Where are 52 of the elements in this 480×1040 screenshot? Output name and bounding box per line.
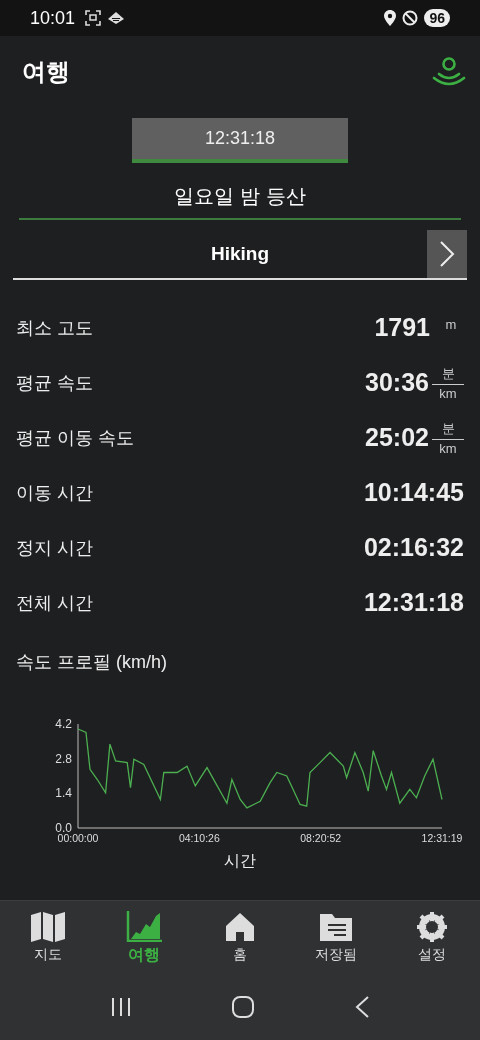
axis-tick-label: 0.0 (55, 821, 72, 835)
screenshot-icon (85, 10, 102, 26)
activity-label: Hiking (209, 243, 271, 265)
unit-label: m (444, 317, 458, 332)
stat-value: 1791 (374, 313, 430, 342)
chevron-right-icon (439, 240, 455, 268)
axis-title: 시간 (224, 852, 256, 869)
unit-label: km (439, 385, 457, 401)
back-icon[interactable] (354, 995, 371, 1019)
axis-tick-label: 04:10:26 (178, 832, 220, 844)
broadcast-icon[interactable] (432, 56, 466, 88)
area-chart-icon (126, 909, 162, 942)
layers-icon (107, 11, 126, 25)
axis-tick-label: 4.2 (55, 717, 72, 731)
home-button-icon[interactable] (231, 995, 255, 1019)
stat-value: 12:31:18 (363, 588, 464, 617)
status-time: 10:01 (30, 7, 76, 29)
axis-tick-label: 1.4 (55, 786, 72, 801)
trip-name: 일요일 밤 등산 (19, 183, 461, 220)
stat-value: 25:02 (365, 423, 429, 452)
nav-tab[interactable]: 지도 (0, 901, 96, 974)
map-icon (30, 911, 66, 943)
stat-value: 30:36 (365, 368, 429, 397)
page-title: 여행 (22, 57, 70, 87)
unit-label: 분 (441, 419, 455, 438)
stat-label: 평균 속도 (16, 371, 94, 395)
stat-label: 이동 시간 (16, 481, 94, 505)
nav-tab[interactable]: 저장됨 (288, 901, 384, 974)
axis-tick-label: 00:00:00 (57, 832, 99, 844)
do-not-disturb-icon (402, 10, 419, 26)
timer-button[interactable]: 12:31:18 (132, 118, 348, 163)
axis-tick-label: 08:20:52 (300, 832, 342, 844)
next-button[interactable] (427, 230, 467, 278)
chart-title: 속도 프로필 (km/h) (16, 651, 168, 674)
stat-value: 02:16:32 (363, 533, 464, 562)
unit-label: 분 (441, 364, 455, 383)
recents-icon[interactable] (109, 997, 132, 1017)
folder-icon (318, 911, 354, 943)
stat-label: 전체 시간 (16, 591, 94, 615)
axis-tick-label: 12:31:19 (421, 832, 463, 844)
nav-tab[interactable]: 홈 (192, 901, 288, 974)
stat-label: 정지 시간 (16, 536, 94, 560)
stat-label: 평균 이동 속도 (16, 426, 135, 450)
nav-tab[interactable]: 설정 (384, 901, 480, 974)
settings-icon (414, 911, 450, 943)
axis-tick-label: 2.8 (55, 751, 72, 766)
nav-tab[interactable]: 여행 (96, 901, 192, 974)
location-pin-icon (384, 10, 397, 26)
stat-value: 10:14:45 (363, 478, 464, 507)
unit-label: km (439, 440, 457, 456)
battery-level: 96 (424, 9, 450, 27)
stat-label: 최소 고도 (16, 316, 94, 340)
